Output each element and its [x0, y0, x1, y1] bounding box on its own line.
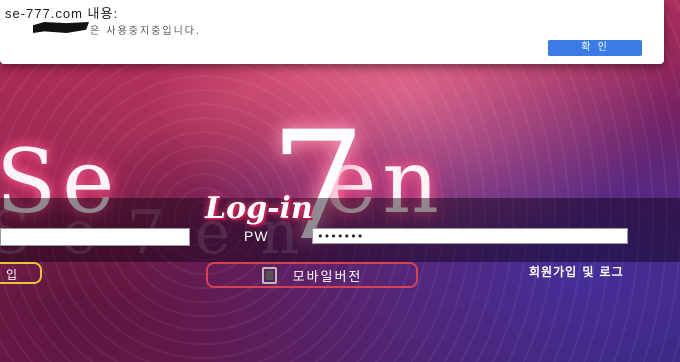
join-link[interactable]: 회원가입 및 로그: [529, 263, 624, 280]
login-button[interactable]: 입: [0, 262, 42, 284]
pw-input[interactable]: •••••••: [312, 228, 628, 244]
redaction-mark: [33, 22, 89, 33]
id-input[interactable]: [0, 228, 190, 246]
mobile-version-label: 모바일버전: [292, 269, 363, 285]
alert-dialog: se-777.com 내용: 은 사용중지중입니다. 확 인: [0, 0, 664, 64]
mobile-version-button[interactable]: 모바일버전: [206, 262, 418, 288]
pw-label: PW: [244, 228, 269, 244]
phone-icon: [261, 266, 277, 284]
ok-button[interactable]: 확 인: [548, 40, 642, 56]
alert-title: se-777.com 내용:: [5, 6, 119, 21]
login-title: Log-in: [205, 191, 313, 226]
alert-message: 은 사용중지중입니다.: [90, 26, 202, 37]
